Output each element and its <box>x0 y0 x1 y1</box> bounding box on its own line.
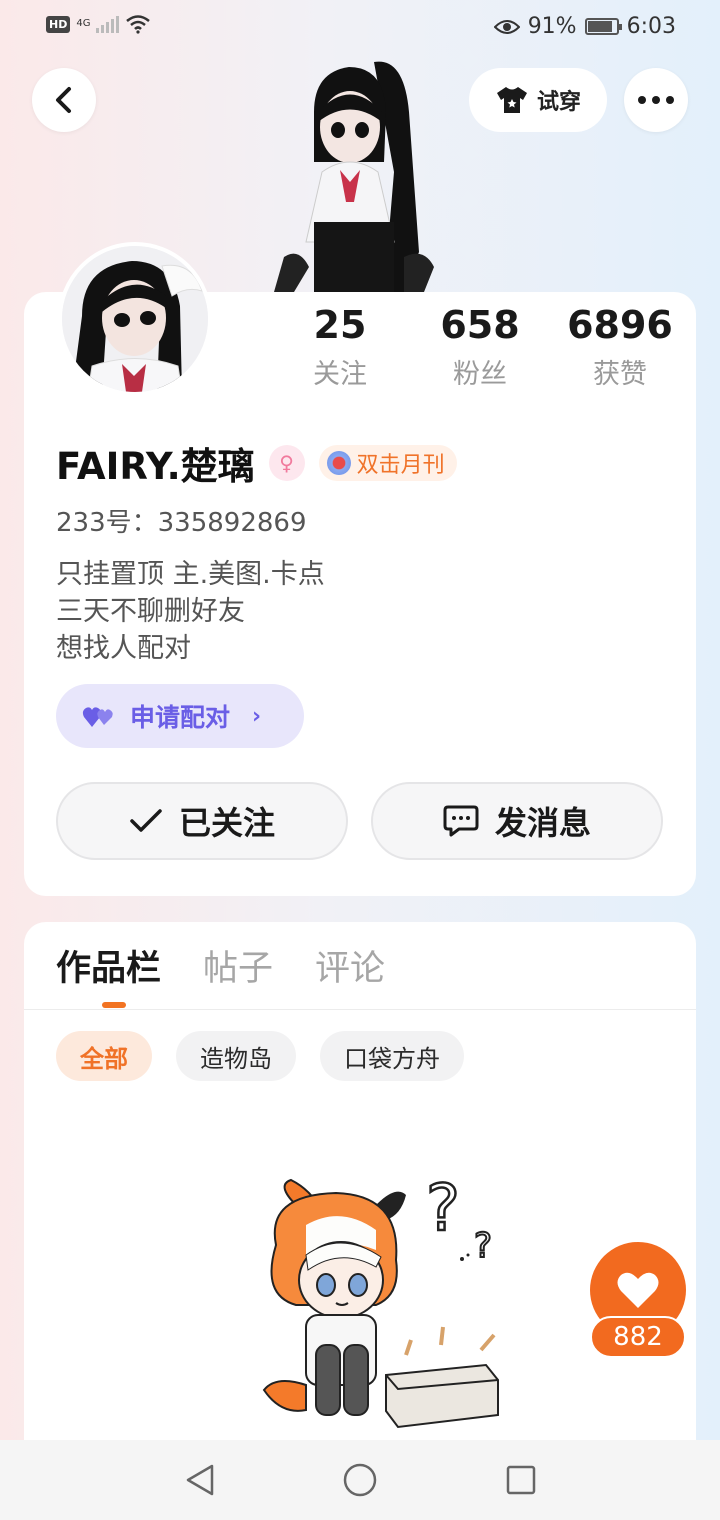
user-id: 233号：335892869 <box>56 508 307 538</box>
eye-comfort-icon <box>493 19 520 34</box>
stat-followers-value: 658 <box>440 303 520 347</box>
stat-likes-value: 6896 <box>567 303 673 347</box>
status-bar: HD 4G 91% 6:03 <box>0 0 720 60</box>
active-tab-indicator <box>102 1002 126 1008</box>
chip-all[interactable]: 全部 <box>56 1031 152 1081</box>
battery-icon <box>584 18 622 35</box>
name-row: FAIRY.楚璃 ♀ 双击月刊 <box>56 436 457 490</box>
chip-creation-island[interactable]: 造物岛 <box>176 1031 296 1081</box>
request-pair-button[interactable]: 申请配对 › <box>56 684 304 748</box>
works-tabs: 作品栏 帖子 评论 <box>56 940 385 991</box>
avatar[interactable] <box>58 242 212 396</box>
like-count: 882 <box>590 1316 686 1358</box>
badge[interactable]: 双击月刊 <box>318 445 457 481</box>
wifi-icon <box>126 15 151 34</box>
signal-icon <box>96 15 120 33</box>
send-message-button[interactable]: 发消息 <box>371 782 663 860</box>
nav-home-icon[interactable] <box>342 1462 378 1498</box>
try-on-button[interactable]: 试穿 <box>469 68 607 132</box>
bio-line: 只挂置顶 主.美图.卡点 <box>56 559 325 590</box>
shirt-icon <box>496 87 527 113</box>
check-icon <box>130 809 162 832</box>
svg-text:?: ? <box>474 1226 492 1266</box>
stat-likes-label: 获赞 <box>593 359 647 390</box>
badge-label: 双击月刊 <box>356 453 445 478</box>
double-heart-icon <box>82 707 113 727</box>
chat-bubble-icon <box>443 805 479 837</box>
back-button[interactable] <box>32 68 96 132</box>
avatar-figure-image <box>274 61 434 292</box>
stat-following-value: 25 <box>313 303 367 347</box>
empty-state-illustration: ? ? <box>262 1175 499 1429</box>
tab-works[interactable]: 作品栏 <box>56 940 161 991</box>
chevron-left-icon <box>56 87 71 113</box>
hd-badge: HD <box>46 15 71 33</box>
stat-followers[interactable]: 658 粉丝 <box>410 302 550 391</box>
bio-line: 三天不聊删好友 <box>56 596 245 627</box>
system-nav-bar <box>0 1440 720 1520</box>
stat-likes[interactable]: 6896 获赞 <box>550 302 690 391</box>
filter-chips: 全部 造物岛 口袋方舟 <box>56 1031 464 1081</box>
tabs-divider <box>24 1009 696 1010</box>
nav-recents-icon[interactable] <box>503 1462 539 1498</box>
stat-following-label: 关注 <box>313 359 367 390</box>
tab-comments[interactable]: 评论 <box>315 940 385 991</box>
profile-stats: 25 关注 658 粉丝 6896 获赞 <box>270 302 690 391</box>
tab-posts[interactable]: 帖子 <box>203 940 273 991</box>
following-label: 已关注 <box>178 804 275 842</box>
following-button[interactable]: 已关注 <box>56 782 348 860</box>
send-message-label: 发消息 <box>494 804 591 842</box>
battery-percent: 91% <box>527 14 577 39</box>
female-icon: ♀ <box>268 445 305 481</box>
try-on-label: 试穿 <box>536 90 581 115</box>
bio-line: 想找人配对 <box>56 633 191 664</box>
chevron-right-icon: › <box>252 703 262 729</box>
chip-pocket-ark[interactable]: 口袋方舟 <box>320 1031 464 1081</box>
more-dots-icon <box>638 96 674 104</box>
status-right: 91% 6:03 <box>493 14 676 39</box>
clock: 6:03 <box>626 14 676 39</box>
heart-icon <box>617 1272 659 1308</box>
svg-text:?: ? <box>426 1175 460 1246</box>
more-button[interactable] <box>624 68 688 132</box>
avatar-image <box>62 246 208 392</box>
network-label: 4G <box>76 18 91 29</box>
stat-followers-label: 粉丝 <box>453 359 507 390</box>
nav-back-icon[interactable] <box>182 1462 218 1498</box>
user-bio: 只挂置顶 主.美图.卡点 三天不聊删好友 想找人配对 <box>56 556 325 667</box>
status-left: HD 4G <box>46 14 151 34</box>
request-pair-label: 申请配对 <box>130 703 231 732</box>
user-name: FAIRY.楚璃 <box>56 445 255 488</box>
badge-icon <box>326 451 351 475</box>
stat-following[interactable]: 25 关注 <box>270 302 410 391</box>
